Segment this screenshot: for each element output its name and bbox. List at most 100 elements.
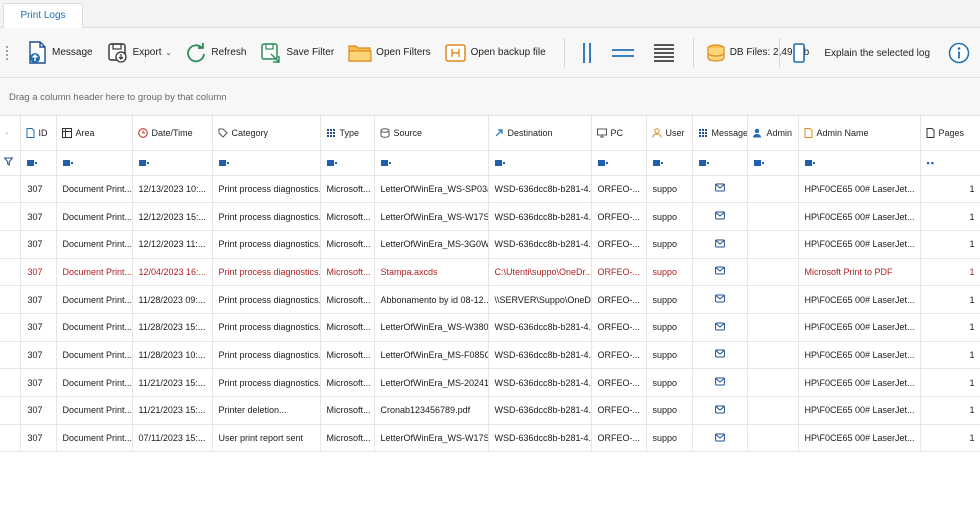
row-indicator[interactable] [0,175,21,204]
filter-cell-pc[interactable] [591,150,647,176]
cell-area[interactable]: Document Print... [56,396,133,425]
cell-category[interactable]: Print process diagnostics... [212,202,321,231]
table-row[interactable]: 307 Document Print... 11/21/2023 15:... Pri… [0,368,980,397]
cell-admin-name[interactable]: Microsoft Print to PDF [798,258,921,287]
cell-destination[interactable]: WSD-636dcc8b-b281-4... [488,341,592,370]
table-row[interactable]: 307 Document Print... 11/28/2023 15:... Pri… [0,313,980,342]
cell-pc[interactable]: ORFEO-... [591,368,647,397]
cell-datetime[interactable]: 12/13/2023 10:... [132,175,213,204]
filter-cell-user[interactable] [646,150,693,176]
cell-pc[interactable]: ORFEO-... [591,202,647,231]
table-row[interactable]: 307 Document Print... 11/28/2023 09:... Pri… [0,285,980,314]
row-indicator[interactable] [0,285,21,314]
cell-source[interactable]: LetterOfWinEra_WS-W17S... [374,202,489,231]
cell-admin[interactable] [747,313,799,342]
cell-pages[interactable]: 1 [920,368,980,397]
cell-source[interactable]: LetterOfWinEra_WS-W380... [374,313,489,342]
cell-admin[interactable] [747,285,799,314]
filter-cell-category[interactable] [212,150,321,176]
cell-destination[interactable]: WSD-636dcc8b-b281-4... [488,424,592,453]
filter-cell-destination[interactable] [488,150,592,176]
cell-user[interactable]: suppo [646,285,693,314]
tab-print-logs[interactable]: Print Logs [3,3,83,29]
cell-message[interactable] [692,175,748,204]
cell-admin-name[interactable]: HP\F0CE65 00# LaserJet... [798,285,921,314]
cell-id[interactable]: 307 [20,424,57,453]
cell-id[interactable]: 307 [20,341,57,370]
table-row[interactable]: 307 Document Print... 07/11/2023 15:... Use… [0,424,980,453]
cell-pc[interactable]: ORFEO-... [591,175,647,204]
cell-admin-name[interactable]: HP\F0CE65 00# LaserJet... [798,202,921,231]
info-button[interactable] [940,36,978,70]
layout-rows-button[interactable] [603,36,643,70]
cell-area[interactable]: Document Print... [56,313,133,342]
refresh-button[interactable]: Refresh [181,36,250,70]
cell-admin[interactable] [747,175,799,204]
cell-area[interactable]: Document Print... [56,202,133,231]
cell-destination[interactable]: WSD-636dcc8b-b281-4... [488,230,592,259]
cell-source[interactable]: Abbonamento by id 08-12... [374,285,489,314]
table-row[interactable]: 307 Document Print... 11/28/2023 10:... Pri… [0,341,980,370]
cell-type[interactable]: Microsoft... [320,230,375,259]
cell-user[interactable]: suppo [646,341,693,370]
row-indicator[interactable] [0,424,21,453]
cell-admin-name[interactable]: HP\F0CE65 00# LaserJet... [798,230,921,259]
cell-user[interactable]: suppo [646,424,693,453]
cell-area[interactable]: Document Print... [56,285,133,314]
cell-type[interactable]: Microsoft... [320,341,375,370]
table-row[interactable]: 307 Document Print... 12/04/2023 16:... Pri… [0,258,980,287]
cell-type[interactable]: Microsoft... [320,202,375,231]
cell-message[interactable] [692,285,748,314]
cell-pages[interactable]: 1 [920,424,980,453]
cell-source[interactable]: Stampa.axcds [374,258,489,287]
cell-pages[interactable]: 1 [920,230,980,259]
row-indicator[interactable] [0,368,21,397]
cell-user[interactable]: suppo [646,313,693,342]
cell-type[interactable]: Microsoft... [320,313,375,342]
filter-cell-admin-name[interactable] [798,150,921,176]
layout-grid-button[interactable] [645,36,683,70]
cell-admin-name[interactable]: HP\F0CE65 00# LaserJet... [798,424,921,453]
cell-source[interactable]: LetterOfWinEra_WS-W17S... [374,424,489,453]
cell-datetime[interactable]: 11/28/2023 15:... [132,313,213,342]
cell-admin-name[interactable]: HP\F0CE65 00# LaserJet... [798,341,921,370]
cell-destination[interactable]: WSD-636dcc8b-b281-4... [488,202,592,231]
export-button[interactable]: Export ⌄ [103,36,176,70]
group-by-panel[interactable]: Drag a column header here to group by th… [0,78,980,116]
cell-category[interactable]: Printer deletion... [212,396,321,425]
column-header-area[interactable]: Area [56,116,133,151]
cell-destination[interactable]: WSD-636dcc8b-b281-4... [488,368,592,397]
cell-pc[interactable]: ORFEO-... [591,230,647,259]
cell-message[interactable] [692,202,748,231]
cell-datetime[interactable]: 12/12/2023 11:... [132,230,213,259]
filter-cell-datetime[interactable] [132,150,213,176]
cell-pages[interactable]: 1 [920,313,980,342]
cell-datetime[interactable]: 11/28/2023 10:... [132,341,213,370]
cell-source[interactable]: LetterOfWinEra_MS-20241... [374,368,489,397]
cell-user[interactable]: suppo [646,175,693,204]
column-header-message[interactable]: Message [692,116,748,151]
cell-admin[interactable] [747,202,799,231]
cell-area[interactable]: Document Print... [56,258,133,287]
row-indicator[interactable] [0,313,21,342]
table-row[interactable]: 307 Document Print... 11/21/2023 15:... Pri… [0,396,980,425]
filter-cell-pages[interactable]: ▪▪ [920,150,980,176]
cell-message[interactable] [692,396,748,425]
table-row[interactable]: 307 Document Print... 12/12/2023 15:... Pri… [0,202,980,231]
cell-admin[interactable] [747,230,799,259]
cell-type[interactable]: Microsoft... [320,396,375,425]
cell-datetime[interactable]: 12/12/2023 15:... [132,202,213,231]
cell-category[interactable]: Print process diagnostics... [212,230,321,259]
cell-datetime[interactable]: 11/21/2023 15:... [132,368,213,397]
filter-cell-message[interactable] [692,150,748,176]
cell-admin[interactable] [747,258,799,287]
cell-user[interactable]: suppo [646,368,693,397]
table-row[interactable]: 307 Document Print... 12/12/2023 11:... Pri… [0,230,980,259]
cell-pc[interactable]: ORFEO-... [591,341,647,370]
cell-pages[interactable]: 1 [920,202,980,231]
cell-destination[interactable]: \\SERVER\Suppo\OneDr... [488,285,592,314]
cell-id[interactable]: 307 [20,202,57,231]
cell-message[interactable] [692,368,748,397]
cell-pages[interactable]: 1 [920,396,980,425]
cell-pc[interactable]: ORFEO-... [591,258,647,287]
